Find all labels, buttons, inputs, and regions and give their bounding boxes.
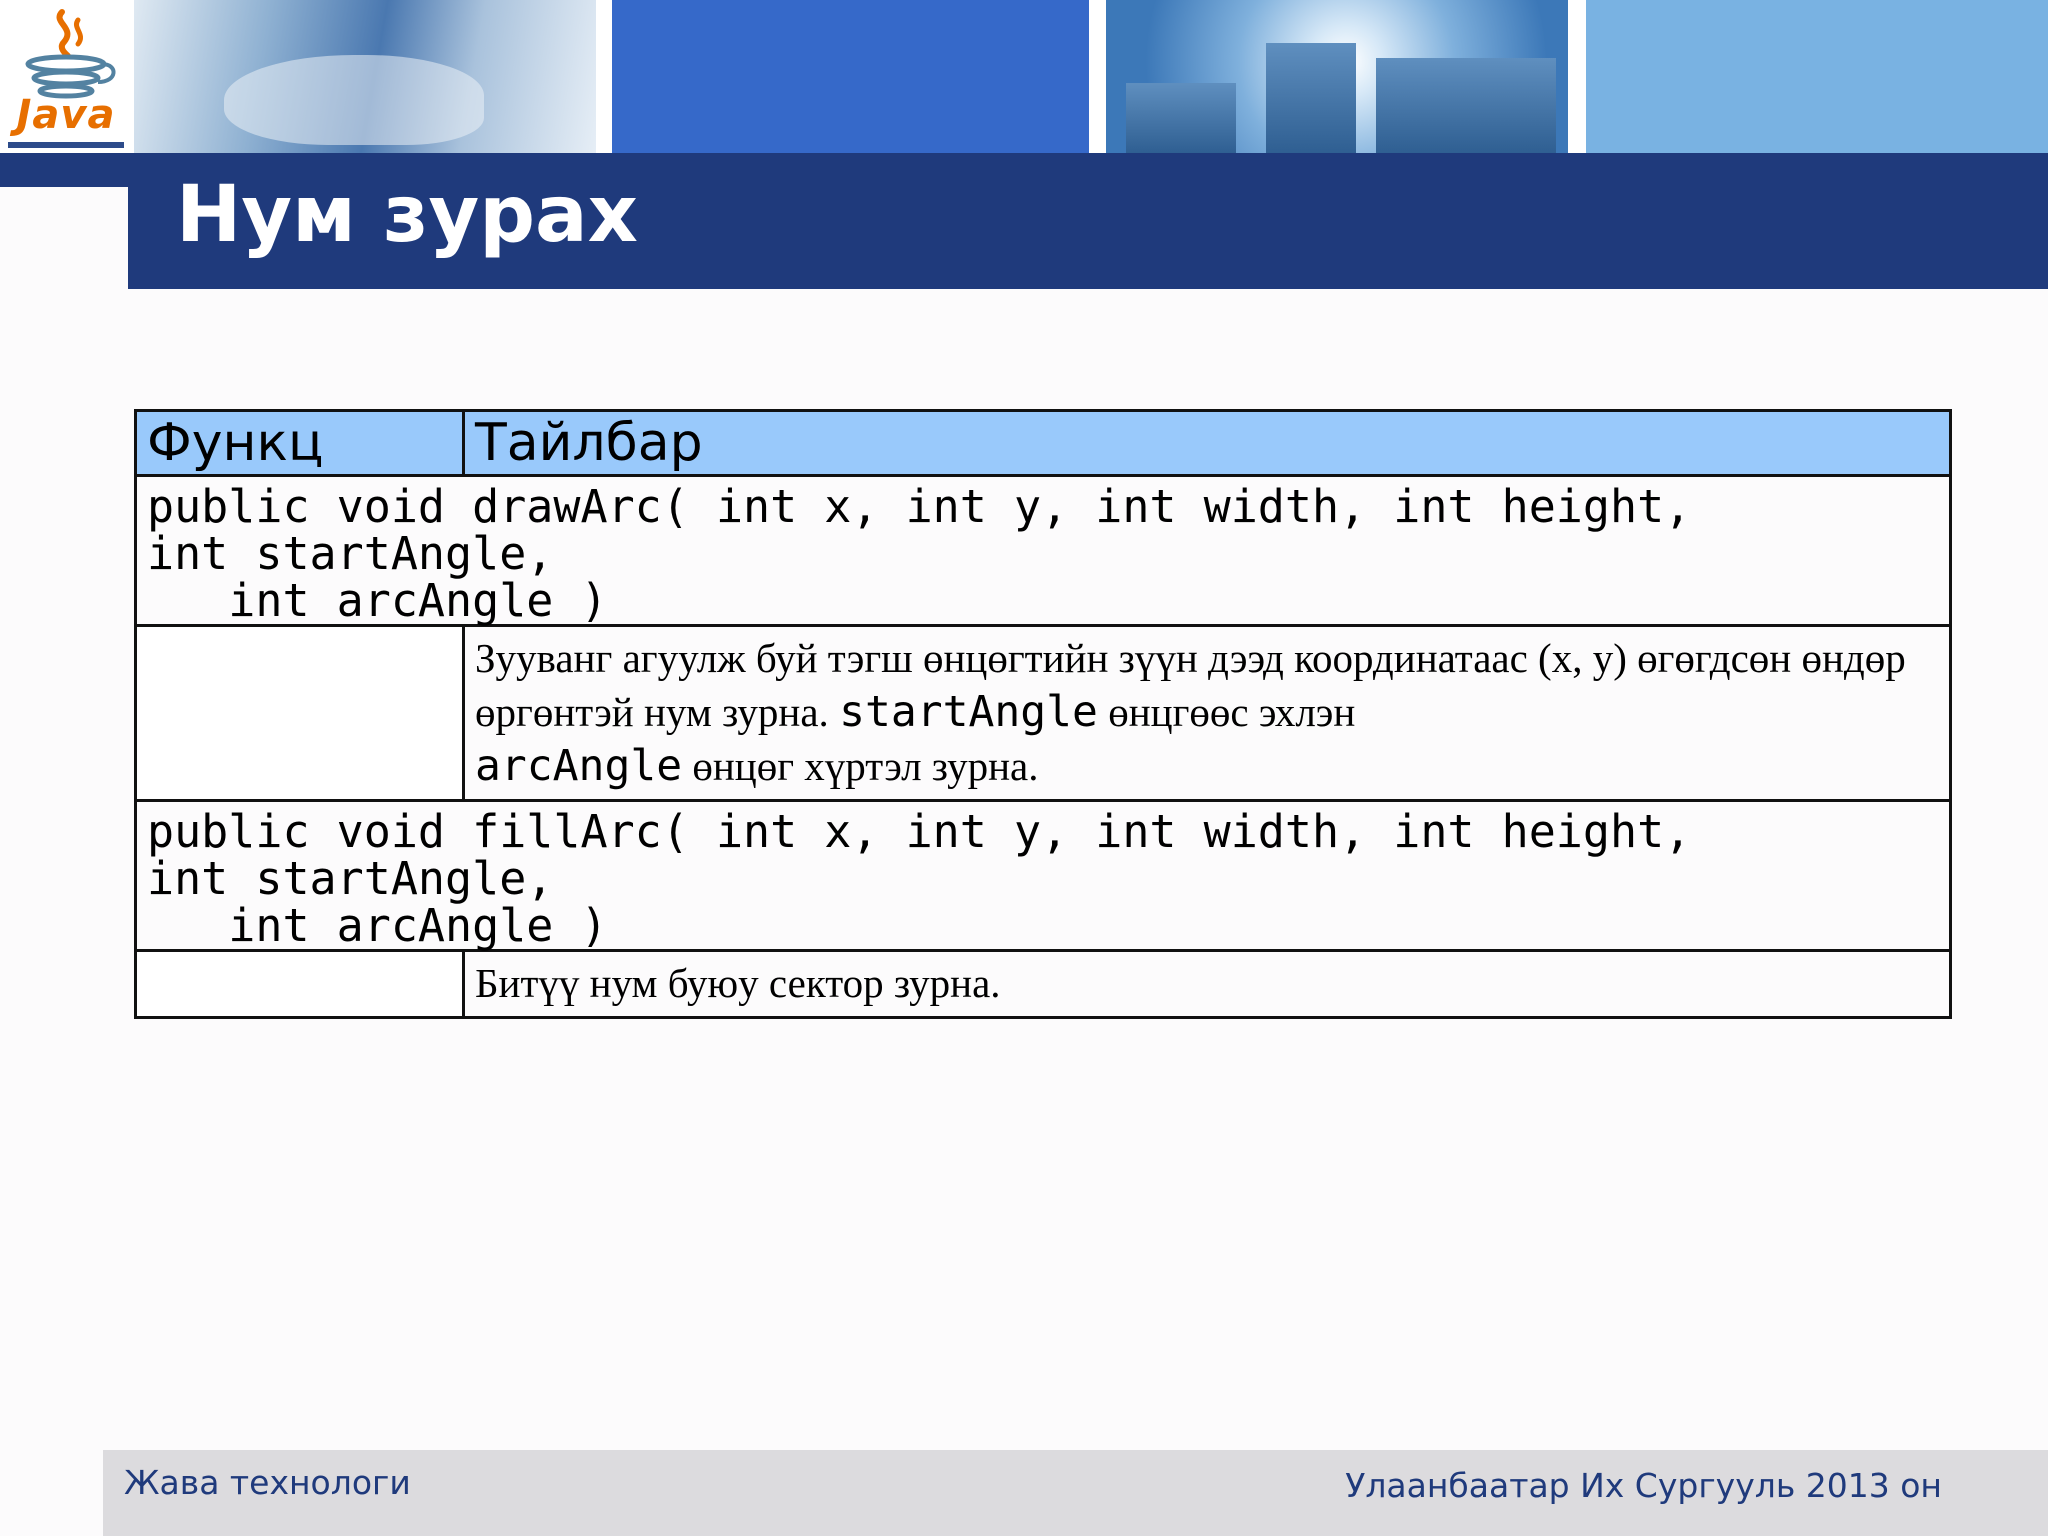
- building-shape: [1266, 43, 1356, 153]
- banner-blue-panel: [612, 0, 1089, 153]
- banner-divider: [1568, 0, 1586, 153]
- keyboard-photo: [134, 0, 596, 153]
- building-shape: [1126, 83, 1236, 153]
- coffee-cup-icon: [25, 9, 116, 99]
- drawarc-signature: public void drawArc( int x, int y, int w…: [134, 474, 1952, 627]
- building-shape: [1376, 58, 1556, 153]
- fillarc-description: Битүү нум буюу сектор зурна.: [462, 949, 1952, 1019]
- description-text: өнцгөөс эхлэн: [1097, 689, 1356, 735]
- table-row: public void fillArc( int x, int y, int w…: [134, 799, 1952, 952]
- title-accent-strip: [0, 153, 128, 187]
- banner-divider: [596, 0, 612, 153]
- logo-wordmark: Java: [16, 92, 116, 138]
- description-code: arcAngle: [475, 741, 683, 791]
- banner-light-panel: [1586, 0, 2048, 153]
- skyscraper-photo: [1106, 0, 1568, 153]
- table-row: public void drawArc( int x, int y, int w…: [134, 474, 1952, 627]
- fillarc-signature: public void fillArc( int x, int y, int w…: [134, 799, 1952, 952]
- slide-title: Нум зурах: [176, 170, 638, 260]
- function-table: Функц Тайлбар public void drawArc( int x…: [134, 409, 1952, 1019]
- java-logo: Java: [0, 0, 134, 153]
- empty-cell: [134, 949, 465, 1019]
- empty-cell: [134, 624, 465, 802]
- column-header-function: Функц: [134, 409, 465, 477]
- drawarc-description: Зууванг агуулж буй тэгш өнцөгтийн зүүн д…: [462, 624, 1952, 802]
- header-banner: Java: [0, 0, 2048, 153]
- description-text: Битүү нум буюу сектор зурна.: [475, 960, 1001, 1006]
- footer-institution: Улаанбаатар Их Сургууль 2013 он: [1345, 1466, 1942, 1505]
- description-code: startAngle: [839, 687, 1098, 737]
- table-header-row: Функц Тайлбар: [134, 409, 1952, 477]
- table-row: Битүү нум буюу сектор зурна.: [134, 949, 1952, 1019]
- description-text: өнцөг хүртэл зурна.: [682, 743, 1039, 789]
- table-row: Зууванг агуулж буй тэгш өнцөгтийн зүүн д…: [134, 624, 1952, 802]
- column-header-description: Тайлбар: [462, 409, 1952, 477]
- banner-divider: [1089, 0, 1106, 153]
- footer-course-name: Жава технологи: [124, 1463, 411, 1502]
- logo-underline: [8, 142, 124, 148]
